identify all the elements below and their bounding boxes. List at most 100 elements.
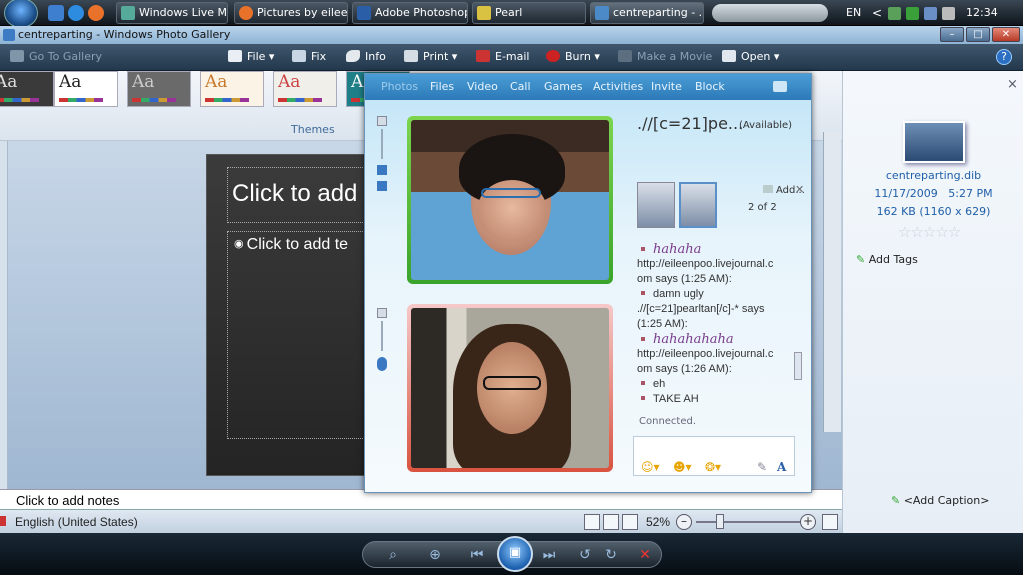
language-indicator[interactable]: EN [846, 0, 861, 26]
next-icon[interactable]: ⏭ [539, 546, 559, 564]
control-pill: ⌕ ⊕ ⏮ ▣ ⏭ ↺ ↻ ✕ [362, 536, 662, 572]
theme-sample-text: Aa [205, 72, 228, 92]
print-menu-button[interactable]: Print ▾ [404, 50, 457, 63]
file-date-row[interactable]: 11/17/2009 5:27 PM [843, 187, 1023, 200]
volume-icon[interactable] [942, 7, 955, 20]
show-desktop-icon[interactable] [48, 5, 64, 21]
slideshow-play-button[interactable]: ▣ [497, 536, 533, 572]
open-label: Open [741, 50, 771, 63]
close-photos-icon[interactable]: ✕ [795, 183, 804, 196]
tray-expand-icon[interactable]: < [872, 0, 882, 26]
shared-photo-thumbnail[interactable] [637, 182, 675, 228]
maximize-button[interactable]: □ [966, 27, 990, 42]
task-firefox-pictures[interactable]: Pictures by eilee... [234, 2, 348, 24]
burn-menu-button[interactable]: Burn ▾ [546, 50, 600, 63]
wink-icon[interactable]: ☻▾ [673, 460, 692, 474]
webcam-icon[interactable] [377, 308, 387, 318]
add-caption-button[interactable]: ✎ <Add Caption> [891, 494, 989, 507]
bottom-video-controls [377, 308, 391, 371]
internet-explorer-icon[interactable] [68, 5, 84, 21]
mic-slider-track[interactable] [381, 321, 383, 351]
top-video-controls [377, 116, 391, 191]
movie-icon [618, 50, 632, 62]
help-button[interactable]: ? [996, 49, 1012, 65]
rotate-counterclockwise-icon[interactable]: ↺ [575, 546, 595, 564]
chat-sender-line: .//[c=21]pearltan[/c]-* says [637, 303, 765, 315]
handwriting-icon[interactable]: ✎ [757, 460, 767, 474]
webcam-icon[interactable] [377, 116, 387, 126]
chat-scroll-thumb[interactable] [794, 352, 802, 380]
file-name[interactable]: centreparting.dib [843, 169, 1023, 182]
file-menu-button[interactable]: File ▾ [228, 50, 274, 63]
fix-icon [292, 50, 306, 62]
task-adobe-photoshop[interactable]: Adobe Photoshop [352, 2, 468, 24]
bullet-icon [641, 396, 645, 400]
window-title: centreparting - Windows Photo Gallery [18, 28, 231, 41]
tab-video[interactable]: Video [467, 80, 498, 93]
speaker-icon[interactable] [377, 165, 387, 175]
content-bullet-row: ◉ Click to add te [234, 236, 348, 254]
email-button[interactable]: E-mail [476, 50, 530, 63]
info-button[interactable]: Info [346, 50, 386, 63]
volume-slider-track[interactable] [381, 129, 383, 159]
font-icon[interactable]: A [777, 460, 786, 474]
caption-icon: ✎ [891, 494, 904, 507]
fit-slide-icon [822, 514, 838, 530]
contact-display-name[interactable]: .//[c=21]pe... [637, 114, 743, 133]
tab-invite[interactable]: Invite [651, 80, 682, 93]
nudge-icon[interactable]: ❂▾ [705, 460, 721, 474]
chat-message: TAKE AH [637, 392, 797, 407]
add-tags-button[interactable]: ✎ Add Tags [856, 253, 918, 266]
media-player-toolbar[interactable] [712, 4, 828, 22]
battery-icon[interactable] [906, 7, 919, 20]
tab-activities[interactable]: Activities [593, 80, 643, 93]
make-a-movie-button[interactable]: Make a Movie [618, 50, 712, 63]
tab-photos[interactable]: Photos [381, 80, 418, 93]
add-icon [763, 185, 773, 193]
zoom-out-icon: – [676, 514, 692, 530]
fix-button[interactable]: Fix [292, 50, 326, 63]
chat-text: damn ugly [653, 288, 704, 300]
delete-icon[interactable]: ✕ [635, 546, 655, 564]
fullscreen-icon[interactable] [377, 181, 387, 191]
close-info-pane-button[interactable]: × [1007, 77, 1018, 92]
bullet-icon [641, 337, 645, 341]
chat-scrollbar[interactable] [791, 242, 805, 422]
rating-stars[interactable]: ☆☆☆☆☆ [898, 223, 961, 241]
start-button[interactable] [4, 0, 38, 28]
go-to-gallery-button[interactable]: Go To Gallery [10, 50, 102, 63]
chat-text: hahaha [653, 242, 702, 257]
chat-sender-line: om says (1:26 AM): [637, 363, 732, 375]
gallery-toolbar: Go To Gallery File ▾ Fix Info Print ▾ E-… [0, 44, 1023, 71]
task-windows-live-messenger[interactable]: Windows Live M... [116, 2, 228, 24]
task-centreparting[interactable]: centreparting - ... [590, 2, 704, 24]
connection-icon[interactable] [924, 7, 937, 20]
theme-sample-text: Aa [0, 72, 18, 92]
close-button[interactable]: ✕ [992, 27, 1020, 42]
microphone-icon[interactable] [377, 357, 387, 371]
notes-placeholder-text: Click to add notes [16, 493, 120, 508]
theme-thumbnail: Aa [200, 71, 264, 107]
own-glasses [483, 376, 541, 390]
tab-games[interactable]: Games [544, 80, 582, 93]
tab-files[interactable]: Files [430, 80, 454, 93]
connection-status: Connected. [639, 416, 697, 427]
slide-sorter-icon [603, 514, 619, 530]
menu-options-icon[interactable] [773, 81, 787, 92]
zoom-icon[interactable]: ⌕ [383, 546, 403, 564]
open-menu-button[interactable]: Open ▾ [722, 50, 779, 63]
previous-icon[interactable]: ⏮ [467, 546, 487, 564]
firefox-icon[interactable] [88, 5, 104, 21]
go-to-gallery-label: Go To Gallery [29, 50, 103, 63]
network-icon[interactable] [888, 7, 901, 20]
task-pearl[interactable]: Pearl [472, 2, 586, 24]
shared-photo-thumbnail-selected[interactable] [679, 182, 717, 228]
rotate-clockwise-icon[interactable]: ↻ [601, 546, 621, 564]
minimize-button[interactable]: – [940, 27, 964, 42]
tab-call[interactable]: Call [510, 80, 531, 93]
tab-block[interactable]: Block [695, 80, 725, 93]
actual-size-icon[interactable]: ⊕ [425, 546, 445, 564]
language-status: English (United States) [15, 515, 138, 529]
emoticon-icon[interactable]: ☺▾ [641, 460, 660, 474]
theme-thumbnail: Aa [0, 71, 54, 107]
